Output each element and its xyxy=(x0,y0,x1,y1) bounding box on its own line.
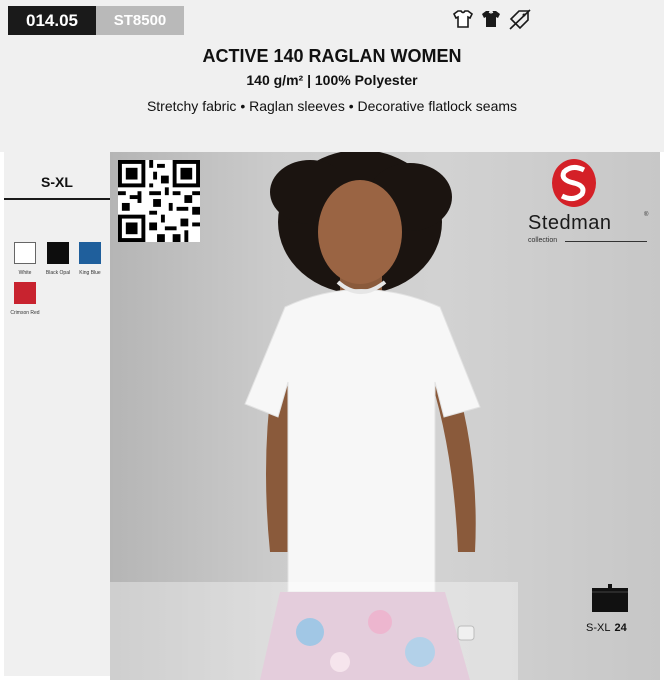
product-spec: 140 g/m² | 100% Polyester xyxy=(246,72,418,88)
tshirt-filled-icon xyxy=(480,9,502,31)
color-sidebar: S-XL White Black Opal King Blue Crimson … xyxy=(4,152,110,676)
photo-fade-band xyxy=(110,582,518,680)
catalog-code: 014.05 xyxy=(8,6,96,35)
swatch-label: King Blue xyxy=(79,270,101,276)
packaging-quantity: 24 xyxy=(614,622,627,634)
swatch-king-blue xyxy=(79,242,101,264)
swatch-white xyxy=(14,242,36,264)
qr-code xyxy=(118,160,200,242)
product-photo: Stedman ® collection xyxy=(110,152,660,680)
brand-name: Stedman xyxy=(528,212,612,234)
size-range: S-XL xyxy=(41,174,73,190)
product-features: Stretchy fabric • Raglan sleeves • Decor… xyxy=(146,98,518,114)
header-band: 014.05 ST8500 ACTIVE 140 RAGLAN WOMEN 14… xyxy=(0,0,664,152)
sku-code: ST8500 xyxy=(96,6,184,35)
stedman-logo-icon xyxy=(552,159,596,207)
care-icons xyxy=(452,9,532,31)
no-discount-icon xyxy=(508,9,532,31)
swatch-crimson-red xyxy=(14,282,36,304)
swatch-label: Crimson Red xyxy=(10,310,40,316)
brand-tagline: collection xyxy=(528,237,558,244)
product-title: ACTIVE 140 RAGLAN WOMEN xyxy=(202,46,462,66)
packaging-box-icon xyxy=(592,584,628,612)
brand-reg: ® xyxy=(644,212,649,218)
brand-rule xyxy=(565,241,647,242)
swatch-black-opal xyxy=(47,242,69,264)
packaging-size: S-XL xyxy=(586,622,611,634)
divider xyxy=(4,198,110,200)
tshirt-outline-icon xyxy=(452,9,474,31)
packaging-info: S-XL 24 xyxy=(586,622,627,634)
